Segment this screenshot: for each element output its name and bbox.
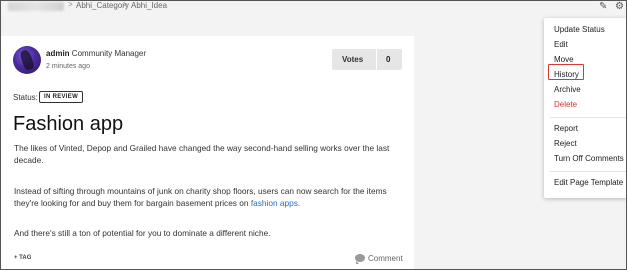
avatar[interactable] <box>13 46 41 74</box>
menu-item-move[interactable]: Move <box>554 55 574 64</box>
body-paragraph: The likes of Vinted, Depop and Grailed h… <box>14 143 390 165</box>
menu-item-delete[interactable]: Delete <box>554 100 577 109</box>
menu-item-archive[interactable]: Archive <box>554 85 581 94</box>
votes-count: 0 <box>386 55 391 64</box>
pin-icon[interactable]: ✎ <box>599 1 607 12</box>
menu-item-edit-page-template[interactable]: Edit Page Template <box>554 178 623 187</box>
menu-item-history[interactable]: History <box>554 70 579 79</box>
comment-label: Comment <box>368 254 403 263</box>
idea-card: admin Community Manager 2 minutes ago Vo… <box>0 36 414 270</box>
add-tag-button[interactable]: + TAG <box>14 255 31 261</box>
votes-button[interactable]: Votes 0 <box>332 49 402 70</box>
menu-item-edit[interactable]: Edit <box>554 40 568 49</box>
body-paragraph: And there's still a ton of potential for… <box>14 228 271 238</box>
breadcrumb-item-idea[interactable]: Abhi_Idea <box>131 1 167 10</box>
fashion-apps-link[interactable]: fashion apps <box>251 198 298 208</box>
body-text: . <box>297 198 301 208</box>
breadcrumb-redacted <box>8 2 64 11</box>
menu-divider <box>550 171 627 172</box>
actions-menu: Update Status Edit Move History Archive … <box>544 18 627 198</box>
breadcrumb-separator: > <box>123 0 128 9</box>
menu-item-update-status[interactable]: Update Status <box>554 25 605 34</box>
breadcrumb-item-category[interactable]: Abhi_Category <box>76 1 129 10</box>
author-line: admin Community Manager <box>46 49 146 58</box>
comment-button[interactable]: Comment <box>355 254 403 264</box>
status-badge: IN REVIEW <box>39 91 84 103</box>
breadcrumb: > Abhi_Category > Abhi_Idea ✎ ⚙ <box>0 0 627 13</box>
post-timestamp: 2 minutes ago <box>46 63 90 70</box>
author-name[interactable]: admin <box>46 49 70 58</box>
author-role: Community Manager <box>71 49 147 58</box>
menu-divider <box>550 117 627 118</box>
gear-icon[interactable]: ⚙ <box>615 1 624 12</box>
body-text: Instead of sifting through mountains of … <box>14 186 387 208</box>
votes-divider <box>376 49 377 70</box>
menu-item-report[interactable]: Report <box>554 124 578 133</box>
menu-item-reject[interactable]: Reject <box>554 139 577 148</box>
menu-item-turn-off-comments[interactable]: Turn Off Comments <box>554 154 624 163</box>
page-title: Fashion app <box>13 113 124 135</box>
body-paragraph: Instead of sifting through mountains of … <box>14 185 404 209</box>
breadcrumb-separator: > <box>68 0 73 9</box>
comment-bubble-icon <box>355 254 365 264</box>
votes-label: Votes <box>342 55 364 64</box>
status-label: Status: <box>13 93 38 102</box>
